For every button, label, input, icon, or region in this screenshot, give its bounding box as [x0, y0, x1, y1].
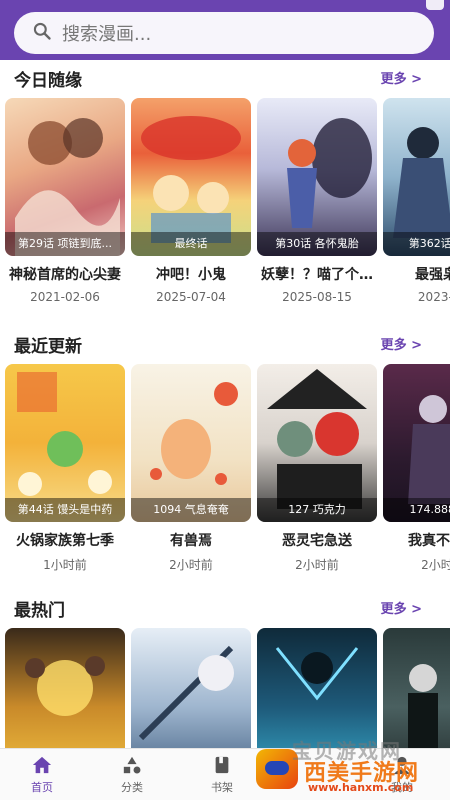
section-title: 最热门 [14, 601, 65, 621]
comic-title[interactable]: 恶灵宅急送 [257, 530, 377, 550]
section-daily-random: 今日随缘 更多 > 第29话 项链到底... 神秘首席的心尖妻 2021-02-… [0, 62, 450, 304]
comic-cover[interactable]: 最终话 [131, 98, 251, 256]
tab-label: 书架 [211, 781, 233, 794]
corner-indicator [426, 0, 444, 10]
more-link[interactable]: 更多 > [381, 334, 422, 353]
comic-title[interactable]: 冲吧！小鬼 [131, 264, 251, 284]
comic-card[interactable]: 127 巧克力 恶灵宅急送 2小时前 [257, 364, 377, 573]
comic-update-time: 2小时前 [295, 558, 339, 572]
comic-cover[interactable]: 第29话 项链到底... [5, 98, 125, 256]
chapter-badge: 第44话 馒头是中药 [5, 498, 125, 522]
comic-card[interactable]: 1094 气息奄奄 有兽焉 2小时前 [131, 364, 251, 573]
home-icon [12, 755, 72, 775]
comic-date: 2023-11 [417, 290, 450, 304]
comic-update-time: 1小时前 [43, 558, 87, 572]
comic-card[interactable]: 第44话 馒头是中药 火锅家族第七季 1小时前 [5, 364, 125, 573]
comic-card[interactable]: 第29话 项链到底... 神秘首席的心尖妻 2021-02-06 [5, 98, 125, 304]
tab-profile[interactable]: 我的 [372, 755, 432, 795]
comic-cover[interactable]: 第30话 各怀鬼胎 [257, 98, 377, 256]
comic-title[interactable]: 最强枭雄 [383, 264, 450, 284]
comic-card[interactable] [383, 628, 450, 748]
comic-title[interactable]: 有兽焉 [131, 530, 251, 550]
comic-date: 2021-02-06 [30, 290, 100, 304]
section-most-popular: 最热门 更多 > [0, 592, 450, 748]
comic-card[interactable]: 第362话 和解 最强枭雄 2023-11 [383, 98, 450, 304]
chapter-badge: 第29话 项链到底... [5, 232, 125, 256]
comic-title[interactable]: 火锅家族第七季 [5, 530, 125, 550]
search-icon [32, 21, 52, 45]
comic-update-time: 2小时前 [421, 558, 450, 572]
more-link[interactable]: 更多 > [381, 68, 422, 87]
comic-cover[interactable]: 127 巧克力 [257, 364, 377, 522]
bottom-tab-bar: 首页 分类 书架 我的 [0, 748, 450, 800]
chapter-badge: 第30话 各怀鬼胎 [257, 232, 377, 256]
comic-date: 2025-08-15 [282, 290, 352, 304]
comic-cover[interactable] [257, 628, 377, 748]
comic-card[interactable]: 第30话 各怀鬼胎 妖孽！？喵了个… 2025-08-15 [257, 98, 377, 304]
comic-title[interactable]: 我真不是邪 [383, 530, 450, 550]
comic-cover[interactable]: 第44话 馒头是中药 [5, 364, 125, 522]
tab-category[interactable]: 分类 [102, 755, 162, 795]
comic-row: 第44话 馒头是中药 火锅家族第七季 1小时前 1094 气息奄奄 有兽焉 2小… [0, 364, 450, 574]
category-icon [102, 755, 162, 775]
comic-title[interactable]: 妖孽！？喵了个… [257, 264, 377, 284]
comic-cover[interactable]: 第362话 和解 [383, 98, 450, 256]
tab-label: 首页 [31, 781, 53, 794]
comic-row: 第29话 项链到底... 神秘首席的心尖妻 2021-02-06 最终话 冲吧！… [0, 98, 450, 308]
chapter-badge: 最终话 [131, 232, 251, 256]
bookshelf-icon [192, 755, 252, 775]
comic-card[interactable]: 最终话 冲吧！小鬼 2025-07-04 [131, 98, 251, 304]
comic-card[interactable]: 174.8888 哈 我真不是邪 2小时前 [383, 364, 450, 573]
comic-card[interactable] [131, 628, 251, 748]
section-title: 今日随缘 [14, 71, 82, 91]
search-input[interactable]: 搜索漫画... [62, 20, 151, 46]
chapter-badge: 第362话 和解 [383, 232, 450, 256]
comic-cover[interactable] [383, 628, 450, 748]
section-title: 最近更新 [14, 337, 82, 357]
comic-cover[interactable] [5, 628, 125, 748]
section-recent-updates: 最近更新 更多 > 第44话 馒头是中药 火锅家族第七季 1小时前 1094 气… [0, 328, 450, 572]
top-bar: 搜索漫画... [0, 0, 450, 60]
search-bar[interactable]: 搜索漫画... [14, 12, 434, 54]
tab-label: 我的 [391, 781, 413, 794]
tab-bookshelf[interactable]: 书架 [192, 755, 252, 795]
profile-icon [372, 755, 432, 775]
chapter-badge: 127 巧克力 [257, 498, 377, 522]
more-link[interactable]: 更多 > [381, 598, 422, 617]
comic-cover[interactable]: 174.8888 哈 [383, 364, 450, 522]
comic-card[interactable] [5, 628, 125, 748]
comic-card[interactable] [257, 628, 377, 748]
chapter-badge: 1094 气息奄奄 [131, 498, 251, 522]
tab-home[interactable]: 首页 [12, 755, 72, 795]
comic-update-time: 2小时前 [169, 558, 213, 572]
comic-date: 2025-07-04 [156, 290, 226, 304]
comic-title[interactable]: 神秘首席的心尖妻 [5, 264, 125, 284]
comic-row [0, 628, 450, 748]
comic-cover[interactable] [131, 628, 251, 748]
comic-cover[interactable]: 1094 气息奄奄 [131, 364, 251, 522]
chapter-badge: 174.8888 哈 [383, 498, 450, 522]
tab-label: 分类 [121, 781, 143, 794]
